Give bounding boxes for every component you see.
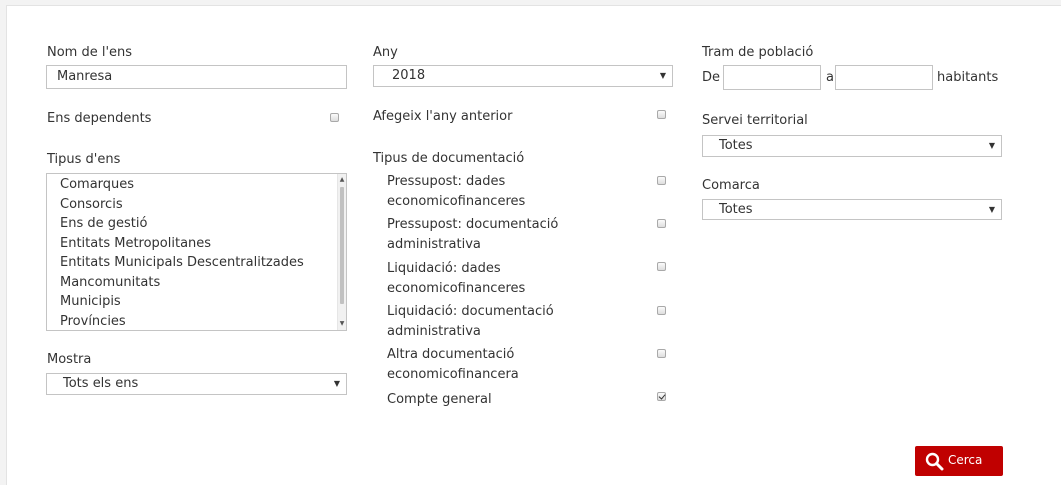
any-select[interactable]: 2018 ▼: [373, 65, 673, 87]
altra-documentacio-checkbox[interactable]: [657, 349, 666, 358]
tipus-ens-option[interactable]: Comarques: [60, 175, 346, 195]
tram-de-label: De: [702, 70, 721, 85]
doc-item-line: Liquidació: documentació: [387, 304, 554, 319]
any-label: Any: [373, 45, 398, 60]
search-button[interactable]: Cerca: [915, 446, 1003, 476]
ens-dependents-label: Ens dependents: [47, 111, 152, 126]
tipus-ens-option[interactable]: Entitats Metropolitanes: [60, 234, 346, 254]
scroll-down-arrow-icon[interactable]: ▼: [338, 320, 346, 328]
dropdown-arrow-icon: ▼: [988, 205, 995, 214]
comarca-label: Comarca: [702, 178, 760, 193]
pressupost-documentacio-checkbox[interactable]: [657, 219, 666, 228]
dropdown-arrow-icon: ▼: [988, 141, 995, 150]
doc-item-line: administrativa: [387, 237, 481, 252]
nom-ens-input[interactable]: Manresa: [46, 65, 347, 89]
tram-from-input[interactable]: [723, 65, 821, 90]
doc-item-line: Pressupost: documentació: [387, 217, 559, 232]
doc-item-label: Liquidació: dades economicofinanceres: [387, 259, 525, 299]
tipus-ens-listbox[interactable]: Comarques Consorcis Ens de gestió Entita…: [46, 173, 347, 331]
doc-item-label: Pressupost: documentació administrativa: [387, 215, 558, 255]
search-icon: [925, 452, 944, 471]
afegeix-checkbox[interactable]: [657, 110, 666, 119]
nom-ens-label: Nom de l'ens: [47, 45, 133, 60]
doc-item-line: Liquidació: dades: [387, 261, 501, 276]
liquidacio-documentacio-checkbox[interactable]: [657, 306, 666, 315]
doc-item-line: Pressupost: dades: [387, 174, 506, 189]
doc-item-line: economicofinancera: [387, 367, 519, 382]
dropdown-arrow-icon: ▼: [659, 71, 666, 80]
tipus-ens-option[interactable]: Mancomunitats: [60, 273, 346, 293]
tipus-documentacio-label: Tipus de documentació: [373, 151, 525, 166]
comarca-select[interactable]: Totes ▼: [702, 199, 1002, 220]
doc-item-label: Altra documentació economicofinancera: [387, 345, 519, 385]
tipus-ens-label: Tipus d'ens: [47, 152, 121, 167]
tram-to-input[interactable]: [835, 65, 933, 90]
servei-selected-value: Totes: [719, 138, 753, 153]
compte-general-checkbox[interactable]: [657, 392, 666, 401]
afegeix-label: Afegeix l'any anterior: [373, 109, 513, 124]
tipus-ens-option[interactable]: Consorcis: [60, 195, 346, 215]
doc-item-line: economicofinanceres: [387, 281, 526, 296]
doc-item-label: Liquidació: documentació administrativa: [387, 302, 554, 342]
liquidacio-dades-checkbox[interactable]: [657, 262, 666, 271]
servei-territorial-select[interactable]: Totes ▼: [702, 135, 1002, 157]
tram-a-label: a: [826, 70, 834, 85]
dropdown-arrow-icon: ▼: [333, 379, 340, 388]
tram-poblacio-label: Tram de població: [702, 45, 814, 60]
scroll-up-arrow-icon[interactable]: ▲: [338, 176, 346, 184]
comarca-selected-value: Totes: [719, 202, 753, 217]
scrollbar-thumb[interactable]: [340, 187, 344, 304]
tipus-ens-option[interactable]: Entitats Municipals Descentralitzades: [60, 253, 346, 273]
doc-item-line: economicofinanceres: [387, 194, 526, 209]
doc-item-label: Compte general: [387, 392, 492, 407]
pressupost-dades-checkbox[interactable]: [657, 176, 666, 185]
tipus-ens-option[interactable]: Ens de gestió: [60, 214, 346, 234]
search-button-label: Cerca: [948, 453, 983, 467]
mostra-select[interactable]: Tots els ens ▼: [46, 373, 347, 395]
mostra-selected-value: Tots els ens: [63, 376, 139, 391]
doc-item-line: Altra documentació: [387, 347, 515, 362]
doc-item-label: Pressupost: dades economicofinanceres: [387, 172, 525, 212]
servei-territorial-label: Servei territorial: [702, 113, 808, 128]
tram-habitants-label: habitants: [937, 70, 999, 85]
doc-item-line: administrativa: [387, 324, 481, 339]
tipus-ens-scrollbar[interactable]: ▲ ▼: [337, 174, 346, 330]
any-selected-value: 2018: [392, 68, 426, 83]
tipus-ens-option[interactable]: Municipis: [60, 292, 346, 312]
mostra-label: Mostra: [47, 352, 92, 367]
tipus-ens-option[interactable]: Províncies: [60, 312, 346, 331]
ens-dependents-checkbox[interactable]: [330, 113, 339, 122]
